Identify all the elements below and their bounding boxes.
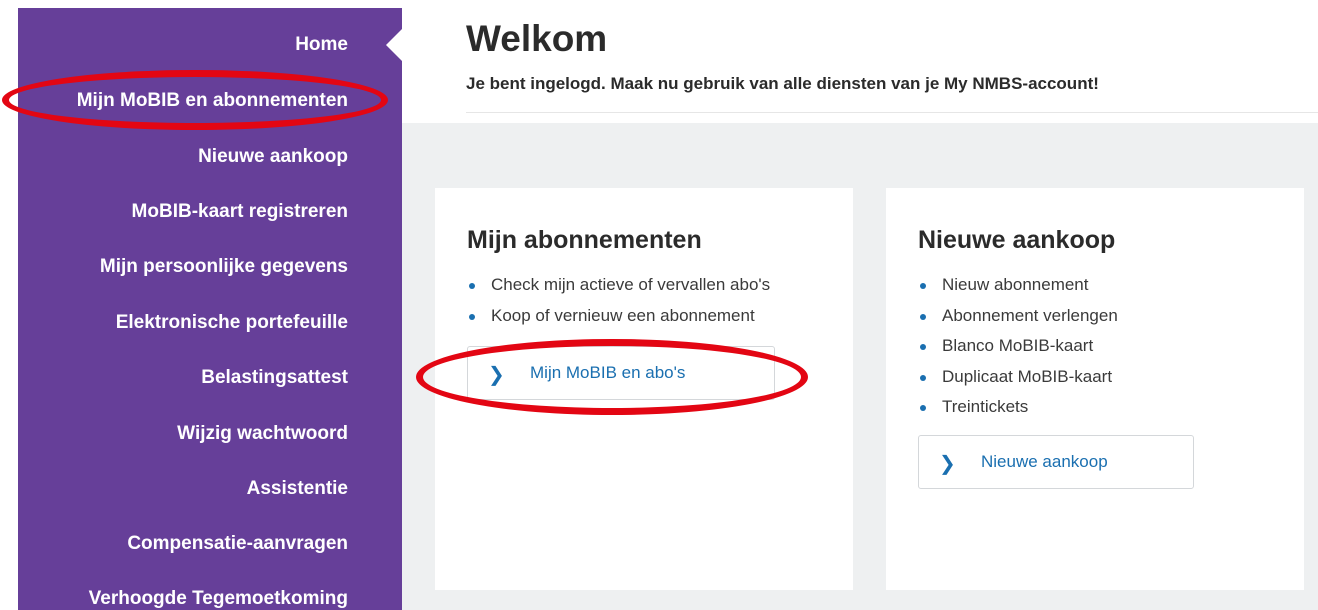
sidebar-item-elektronische-portefeuille[interactable]: Elektronische portefeuille	[116, 312, 348, 334]
card-bullet-list: Check mijn actieve of vervallen abo's Ko…	[467, 274, 770, 335]
sidebar-item-assistentie[interactable]: Assistentie	[247, 478, 348, 500]
list-item: Duplicaat MoBIB-kaart	[918, 366, 1118, 397]
sidebar-nav: Home Mijn MoBIB en abonnementen Nieuwe a…	[18, 8, 402, 610]
header-divider	[466, 112, 1318, 113]
card-title: Mijn abonnementen	[467, 226, 702, 254]
list-item: Treintickets	[918, 396, 1118, 427]
list-item: Abonnement verlengen	[918, 305, 1118, 336]
card-nieuwe-aankoop: Nieuwe aankoop Nieuw abonnement Abonneme…	[886, 188, 1304, 590]
list-item: Blanco MoBIB-kaart	[918, 335, 1118, 366]
nieuwe-aankoop-button[interactable]: ❯ Nieuwe aankoop	[918, 435, 1194, 489]
list-item: Nieuw abonnement	[918, 274, 1118, 305]
active-item-pointer	[386, 28, 403, 62]
sidebar-item-persoonlijke-gegevens[interactable]: Mijn persoonlijke gegevens	[100, 256, 348, 278]
sidebar-item-belastingsattest[interactable]: Belastingsattest	[201, 367, 348, 389]
list-item: Koop of vernieuw een abonnement	[467, 305, 770, 336]
sidebar-item-verhoogde-tegemoetkoming[interactable]: Verhoogde Tegemoetkoming	[89, 588, 348, 610]
button-label: Nieuwe aankoop	[981, 452, 1108, 471]
chevron-right-icon: ❯	[488, 364, 505, 386]
chevron-right-icon: ❯	[939, 453, 956, 475]
card-bullet-list: Nieuw abonnement Abonnement verlengen Bl…	[918, 274, 1118, 427]
sidebar-item-home[interactable]: Home	[295, 34, 348, 56]
sidebar-item-mobib-kaart-registreren[interactable]: MoBIB-kaart registreren	[132, 201, 348, 223]
sidebar-item-wijzig-wachtwoord[interactable]: Wijzig wachtwoord	[177, 423, 348, 445]
button-label: Mijn MoBIB en abo's	[530, 363, 686, 382]
page-title: Welkom	[466, 18, 608, 59]
list-item: Check mijn actieve of vervallen abo's	[467, 274, 770, 305]
card-mijn-abonnementen: Mijn abonnementen Check mijn actieve of …	[435, 188, 853, 590]
sidebar-item-nieuwe-aankoop[interactable]: Nieuwe aankoop	[198, 146, 348, 168]
page-subtitle: Je bent ingelogd. Maak nu gebruik van al…	[466, 74, 1099, 93]
mijn-mobib-en-abos-button[interactable]: ❯ Mijn MoBIB en abo's	[467, 346, 775, 400]
sidebar-item-mijn-mobib-en-abonnementen[interactable]: Mijn MoBIB en abonnementen	[77, 90, 348, 112]
sidebar-item-compensatie-aanvragen[interactable]: Compensatie-aanvragen	[127, 533, 348, 555]
card-title: Nieuwe aankoop	[918, 226, 1116, 254]
